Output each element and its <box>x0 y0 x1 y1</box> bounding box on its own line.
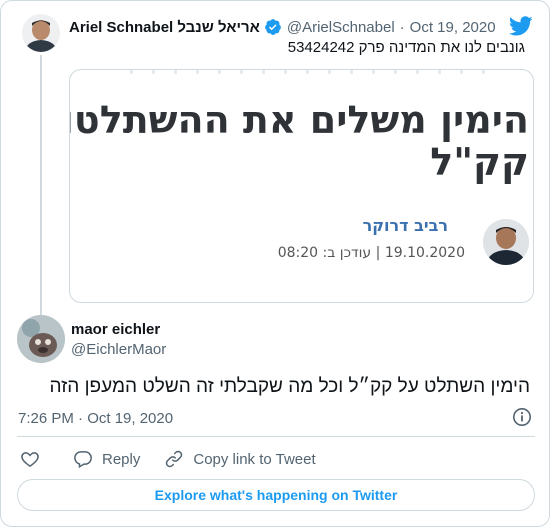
photo-headline-line1: הימין משלים את ההשתלטות על <box>70 98 529 142</box>
parent-display-name[interactable]: Ariel Schnabel אריאל שנבל <box>69 19 260 36</box>
reply-tweet-text: הימין השתלט על קק״ל וכל מה שקבלתי זה השל… <box>49 376 530 397</box>
info-icon[interactable] <box>512 407 532 427</box>
copy-link-button[interactable]: Copy link to Tweet <box>164 449 316 469</box>
photo-author-portrait <box>483 219 529 265</box>
tweet-embed-card: Ariel Schnabel אריאל שנבל @ArielSchnabel… <box>0 0 550 527</box>
parent-date[interactable]: Oct 19, 2020 <box>410 19 496 36</box>
reply-label: Reply <box>102 450 141 468</box>
reply-author-avatar[interactable] <box>17 315 65 363</box>
explore-twitter-button[interactable]: Explore what's happening on Twitter <box>17 479 535 511</box>
reply-icon <box>74 451 92 469</box>
heart-icon <box>21 452 39 467</box>
parent-tweet-photo[interactable]: הימין משלים את ההשתלטות על קק"ל רביב דרו… <box>69 69 534 303</box>
reply-display-name[interactable]: maor eichler <box>71 321 160 338</box>
copy-link-label: Copy link to Tweet <box>193 450 316 468</box>
like-button[interactable] <box>20 449 40 469</box>
photo-author-name: רביב דרוקר <box>362 216 448 235</box>
reply-timestamp[interactable]: 7:26 PM · Oct 19, 2020 <box>18 410 173 427</box>
parent-author-row: Ariel Schnabel אריאל שנבל @ArielSchnabel… <box>69 17 496 37</box>
thread-connector-line <box>40 55 42 317</box>
parent-handle[interactable]: @ArielSchnabel <box>287 19 395 36</box>
meta-separator: · <box>399 18 405 36</box>
photo-author-meta: 19.10.2020 | עודכן ב: 08:20 <box>277 245 465 261</box>
link-icon <box>166 450 183 468</box>
tweet-actions-bar: Reply Copy link to Tweet <box>17 448 316 470</box>
twitter-logo-icon[interactable] <box>508 14 533 38</box>
verified-badge-icon <box>264 18 282 36</box>
parent-author-avatar[interactable] <box>22 14 60 52</box>
photo-top-strip <box>130 70 493 74</box>
reply-button[interactable]: Reply <box>73 449 140 469</box>
photo-headline-line2: קק"ל <box>430 140 529 184</box>
parent-tweet-text: גונבים לנו את המדינה פרק 53424242 <box>287 39 525 56</box>
reply-handle[interactable]: @EichlerMaor <box>71 341 166 358</box>
actions-divider <box>17 436 535 437</box>
